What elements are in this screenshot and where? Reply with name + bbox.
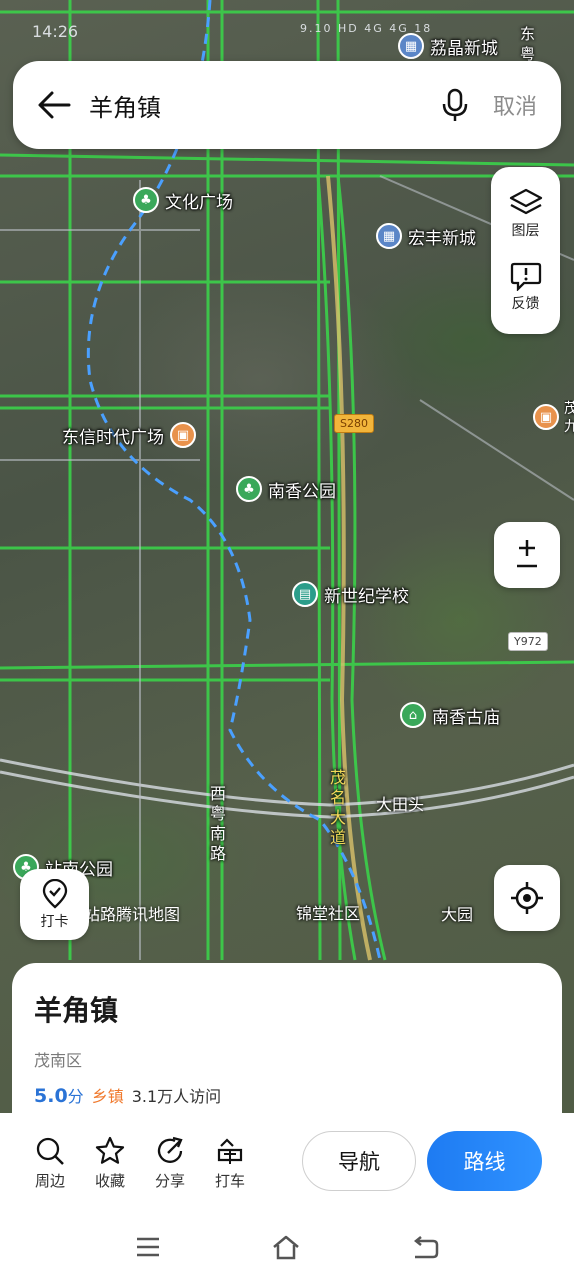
- checkin-label: 打卡: [40, 913, 69, 930]
- favorite-button[interactable]: 收藏: [80, 1136, 140, 1191]
- place-category: 乡镇: [91, 1087, 124, 1106]
- nearby-label: 周边: [34, 1171, 65, 1190]
- feedback-icon: [510, 263, 541, 292]
- map-label-jintang: 锦堂社区: [296, 904, 361, 923]
- search-bar[interactable]: 羊角镇 取消: [13, 61, 561, 149]
- zoom-in-out-icon: [517, 540, 537, 568]
- poi-culture-square[interactable]: ♣ 文化广场: [133, 187, 233, 213]
- poi-temple[interactable]: ⌂ 南香古庙: [400, 702, 500, 728]
- poi-label: 东信时代广场: [62, 427, 164, 448]
- locate-button[interactable]: [494, 865, 560, 931]
- navigate-button[interactable]: 导航: [302, 1131, 416, 1191]
- poi-lijing[interactable]: ▦ 荔晶新城: [398, 33, 498, 59]
- temple-icon: ⌂: [400, 702, 426, 728]
- taxi-button[interactable]: 打车: [200, 1136, 260, 1191]
- poi-dongxin[interactable]: 东信时代广场 ▣: [62, 422, 196, 448]
- status-time: 14:26: [32, 22, 79, 41]
- checkin-pin-icon: [42, 878, 67, 909]
- road-label-west: 西粤南路: [209, 784, 226, 863]
- road-badge-y972: Y972: [508, 632, 548, 651]
- star-icon: [95, 1136, 125, 1164]
- poi-label: 文化广场: [165, 192, 233, 213]
- place-name: 羊角镇: [34, 994, 119, 1027]
- park-icon: ♣: [133, 187, 159, 213]
- home-icon[interactable]: [271, 1234, 301, 1260]
- place-meta: 5.0分 乡镇 3.1万人访问: [34, 1083, 540, 1107]
- map-label-edge: 茂 九: [564, 401, 574, 435]
- place-district: 茂南区: [34, 1051, 83, 1070]
- place-rating: 5.0分: [34, 1083, 84, 1107]
- map-label-datiantou: 大田头: [376, 795, 425, 814]
- search-icon: [36, 1137, 64, 1165]
- place-info-sheet[interactable]: 羊角镇 茂南区 5.0分 乡镇 3.1万人访问: [12, 963, 562, 1133]
- poi-label: 南香古庙: [432, 707, 500, 728]
- share-icon: [157, 1136, 183, 1163]
- favorite-label: 收藏: [94, 1171, 125, 1190]
- road-badge-s280: S280: [334, 414, 374, 433]
- microphone-icon[interactable]: [441, 88, 469, 122]
- share-label: 分享: [154, 1171, 185, 1190]
- system-nav-bar: [0, 1213, 574, 1280]
- building-icon: ▦: [376, 223, 402, 249]
- zoom-button[interactable]: [494, 522, 560, 588]
- layers-icon: [509, 188, 542, 214]
- park-icon: ♣: [236, 476, 262, 502]
- route-button[interactable]: 路线: [427, 1131, 542, 1191]
- map-label-east: 东粤: [520, 25, 536, 63]
- checkin-button[interactable]: 打卡: [20, 869, 89, 940]
- poi-label: 宏丰新城: [408, 228, 476, 249]
- poi-hongfeng[interactable]: ▦ 宏丰新城: [376, 223, 476, 249]
- poi-label: 新世纪学校: [324, 586, 409, 607]
- rating-unit: 分: [67, 1087, 84, 1106]
- nearby-button[interactable]: 周边: [20, 1136, 80, 1191]
- location-target-icon: [511, 882, 543, 914]
- place-visits: 3.1万人访问: [131, 1087, 222, 1106]
- layers-button[interactable]: 图层: [509, 188, 543, 240]
- taxi-label: 打车: [214, 1171, 245, 1190]
- map-label-dayuan: 大园: [441, 905, 474, 924]
- back-arrow-icon[interactable]: [37, 88, 71, 122]
- rating-value: 5.0: [34, 1085, 68, 1107]
- school-icon: ▤: [292, 581, 318, 607]
- poi-school[interactable]: ▤ 新世纪学校: [292, 581, 409, 607]
- search-input[interactable]: 羊角镇: [89, 88, 441, 123]
- taxi-icon: [217, 1137, 243, 1164]
- poi-right-edge[interactable]: ▣: [533, 404, 559, 430]
- layers-label: 图层: [511, 222, 540, 239]
- feedback-button[interactable]: 反馈: [510, 261, 542, 313]
- building-icon: ▦: [398, 33, 424, 59]
- poi-label: 荔晶新城: [430, 38, 498, 59]
- share-button[interactable]: 分享: [140, 1136, 200, 1191]
- feedback-label: 反馈: [511, 296, 540, 313]
- poi-nanxiang-park[interactable]: ♣ 南香公园: [236, 476, 336, 502]
- shopping-icon: ▣: [170, 422, 196, 448]
- map-tools-panel: 图层 反馈: [491, 167, 560, 334]
- watermark-text: 腾讯地图: [116, 905, 181, 924]
- map-watermark: 站路腾讯地图: [84, 901, 180, 925]
- cancel-button[interactable]: 取消: [493, 89, 537, 121]
- back-nav-icon[interactable]: [411, 1235, 439, 1259]
- poi-label: 南香公园: [268, 481, 336, 502]
- menu-icon[interactable]: [135, 1236, 161, 1258]
- shopping-icon: ▣: [533, 404, 559, 430]
- road-label-maoming: 茂名大道: [329, 768, 346, 847]
